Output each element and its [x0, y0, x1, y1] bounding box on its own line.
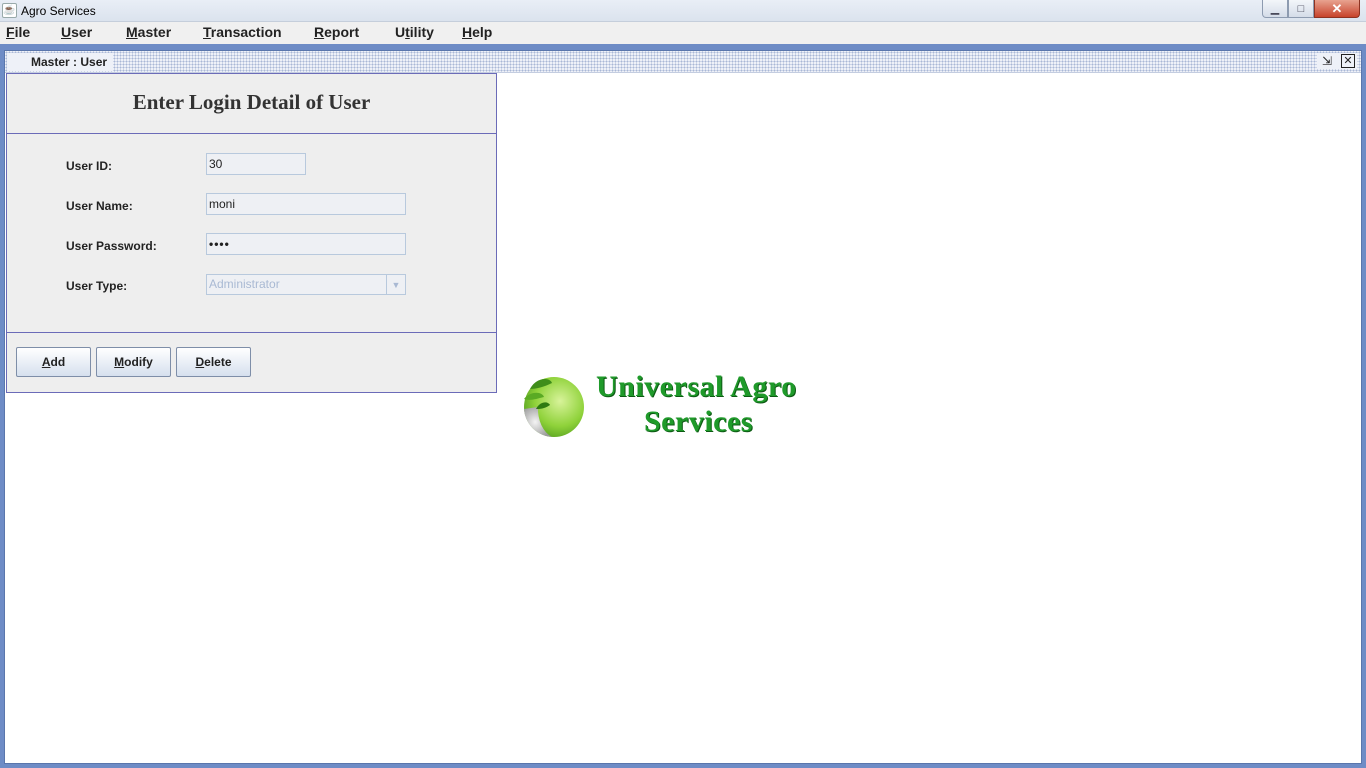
maximize-button[interactable]: □ — [1288, 0, 1314, 18]
java-app-icon: ☕ — [2, 3, 17, 18]
user-name-field[interactable] — [206, 193, 406, 215]
user-id-field[interactable] — [206, 153, 306, 175]
user-name-label: User Name: — [66, 199, 133, 213]
minimize-button[interactable]: ▁ — [1262, 0, 1288, 18]
menu-user-label: ser — [71, 24, 93, 40]
menu-help[interactable]: Help — [462, 24, 492, 40]
restore-icon[interactable]: ⇲ — [1319, 53, 1335, 69]
logo-line1: Universal Agro — [596, 370, 797, 403]
menu-utility-label: ility — [409, 24, 434, 40]
window-title: Agro Services — [21, 4, 96, 18]
header-panel: Enter Login Detail of User — [6, 73, 497, 134]
menu-transaction[interactable]: Transaction — [203, 24, 282, 40]
window-titlebar: ☕ Agro Services ▁ □ ✕ — [0, 0, 1366, 22]
add-button[interactable]: Add — [16, 347, 91, 377]
delete-button[interactable]: Delete — [176, 347, 251, 377]
internal-frame-controls: ⇲ ✕ — [1317, 53, 1357, 69]
chevron-down-icon[interactable]: ▼ — [386, 275, 405, 294]
menu-report-label: eport — [324, 24, 360, 40]
delete-button-label: elete — [204, 355, 232, 369]
menu-utility-prefix: U — [395, 24, 406, 40]
button-panel: Add Modify Delete — [6, 332, 497, 393]
user-password-field[interactable] — [206, 233, 406, 255]
menu-report[interactable]: Report — [314, 24, 359, 40]
delete-button-mnemonic: D — [195, 355, 205, 369]
window-controls: ▁ □ ✕ — [1262, 0, 1360, 18]
menu-user[interactable]: User — [61, 24, 92, 40]
menu-master-label: aster — [137, 24, 172, 40]
menu-report-mnemonic: R — [314, 24, 325, 40]
close-icon[interactable]: ✕ — [1341, 54, 1355, 68]
menu-file-label: ile — [14, 24, 31, 40]
menu-utility[interactable]: Utility — [395, 24, 434, 40]
menu-transaction-label: ransaction — [210, 24, 282, 40]
menu-user-mnemonic: U — [61, 24, 72, 40]
menu-help-mnemonic: H — [462, 24, 473, 40]
menu-file-mnemonic: F — [6, 24, 15, 40]
form-panel: User ID: User Name: User Password: User … — [6, 133, 497, 333]
leaf-sphere-icon — [524, 377, 584, 437]
company-logo: Universal Agro Services — [516, 369, 856, 439]
close-button[interactable]: ✕ — [1314, 0, 1360, 18]
menu-transaction-mnemonic: T — [203, 24, 211, 40]
logo-line2: Services — [644, 405, 753, 438]
modify-button[interactable]: Modify — [96, 347, 171, 377]
internal-frame-title: Master : User — [7, 53, 114, 71]
user-id-label: User ID: — [66, 159, 113, 173]
internal-frame-master-user: Master : User ⇲ ✕ Enter Login Detail of … — [4, 50, 1362, 764]
desktop-pane: Master : User ⇲ ✕ Enter Login Detail of … — [0, 44, 1366, 768]
menu-help-label: elp — [472, 24, 493, 40]
user-type-label: User Type: — [66, 279, 128, 293]
logo-text: Universal Agro Services — [596, 369, 797, 439]
menu-master[interactable]: Master — [126, 24, 171, 40]
modify-button-label: odify — [124, 355, 153, 369]
modify-button-mnemonic: M — [114, 355, 125, 369]
add-button-label: dd — [50, 355, 66, 369]
internal-frame-titlebar[interactable]: Master : User ⇲ ✕ — [5, 51, 1361, 73]
user-type-value: Administrator — [209, 277, 280, 291]
menu-bar: File User Master Transaction Report Util… — [0, 22, 1366, 44]
add-button-mnemonic: A — [41, 355, 51, 369]
form-heading: Enter Login Detail of User — [132, 90, 371, 114]
menu-master-mnemonic: M — [126, 24, 138, 40]
menu-file[interactable]: File — [6, 24, 30, 40]
user-password-label: User Password: — [66, 239, 157, 253]
user-type-select[interactable]: Administrator ▼ — [206, 274, 406, 295]
